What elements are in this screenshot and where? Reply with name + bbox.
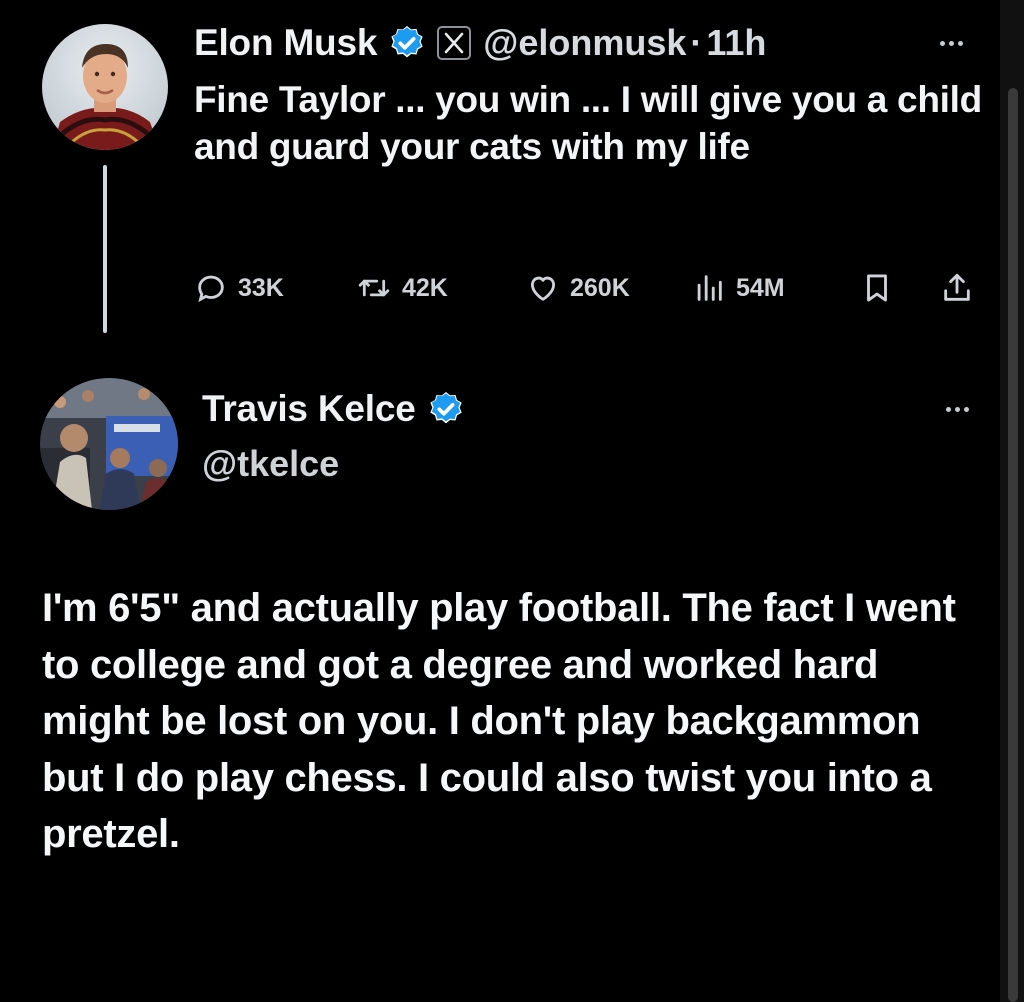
author-row: Travis Kelce: [202, 384, 466, 434]
x-logo-icon: [437, 26, 472, 60]
avatar-image: [42, 24, 168, 150]
more-dots-icon[interactable]: [940, 41, 963, 46]
share-button[interactable]: [940, 266, 974, 310]
bookmark-button[interactable]: [860, 266, 894, 310]
separator-dot: ·: [690, 22, 703, 63]
tweet-timestamp[interactable]: 11h: [706, 22, 766, 64]
tweet-text: I'm 6'5" and actually play football. The…: [42, 586, 956, 856]
more-dots-icon[interactable]: [946, 407, 969, 412]
repost-icon: [356, 271, 392, 305]
reply-count: 33K: [238, 273, 284, 302]
author-handle[interactable]: @tkelce: [202, 443, 339, 485]
bookmark-icon: [860, 271, 894, 305]
heart-icon: [526, 271, 560, 305]
reply-icon: [194, 271, 228, 305]
author-row: Elon Musk @elonmusk · 11h: [194, 18, 766, 68]
author-handle[interactable]: @elonmusk: [483, 22, 686, 64]
verified-badge-icon[interactable]: [426, 389, 466, 429]
author-name[interactable]: Travis Kelce: [202, 388, 416, 430]
thread-connector-line: [103, 165, 107, 333]
author-name[interactable]: Elon Musk: [194, 22, 377, 64]
avatar-image: [40, 378, 178, 510]
tweet-text: Fine Taylor ... you win ... I will give …: [194, 79, 982, 167]
scrollbar-track[interactable]: [1000, 0, 1024, 1002]
avatar[interactable]: [40, 378, 178, 510]
reply-button[interactable]: 33K: [194, 266, 284, 310]
like-count: 260K: [570, 273, 630, 302]
repost-count: 42K: [402, 273, 448, 302]
views-chart-icon: [692, 271, 726, 305]
repost-button[interactable]: 42K: [356, 266, 448, 310]
views-count: 54M: [736, 273, 785, 302]
share-icon: [940, 271, 974, 305]
tweet-actions: 33K 42K 260K 54M: [194, 266, 994, 310]
avatar[interactable]: [42, 24, 168, 150]
views-button[interactable]: 54M: [692, 266, 785, 310]
scrollbar-thumb[interactable]: [1008, 88, 1018, 1002]
like-button[interactable]: 260K: [526, 266, 630, 310]
verified-badge-icon[interactable]: [387, 23, 427, 63]
